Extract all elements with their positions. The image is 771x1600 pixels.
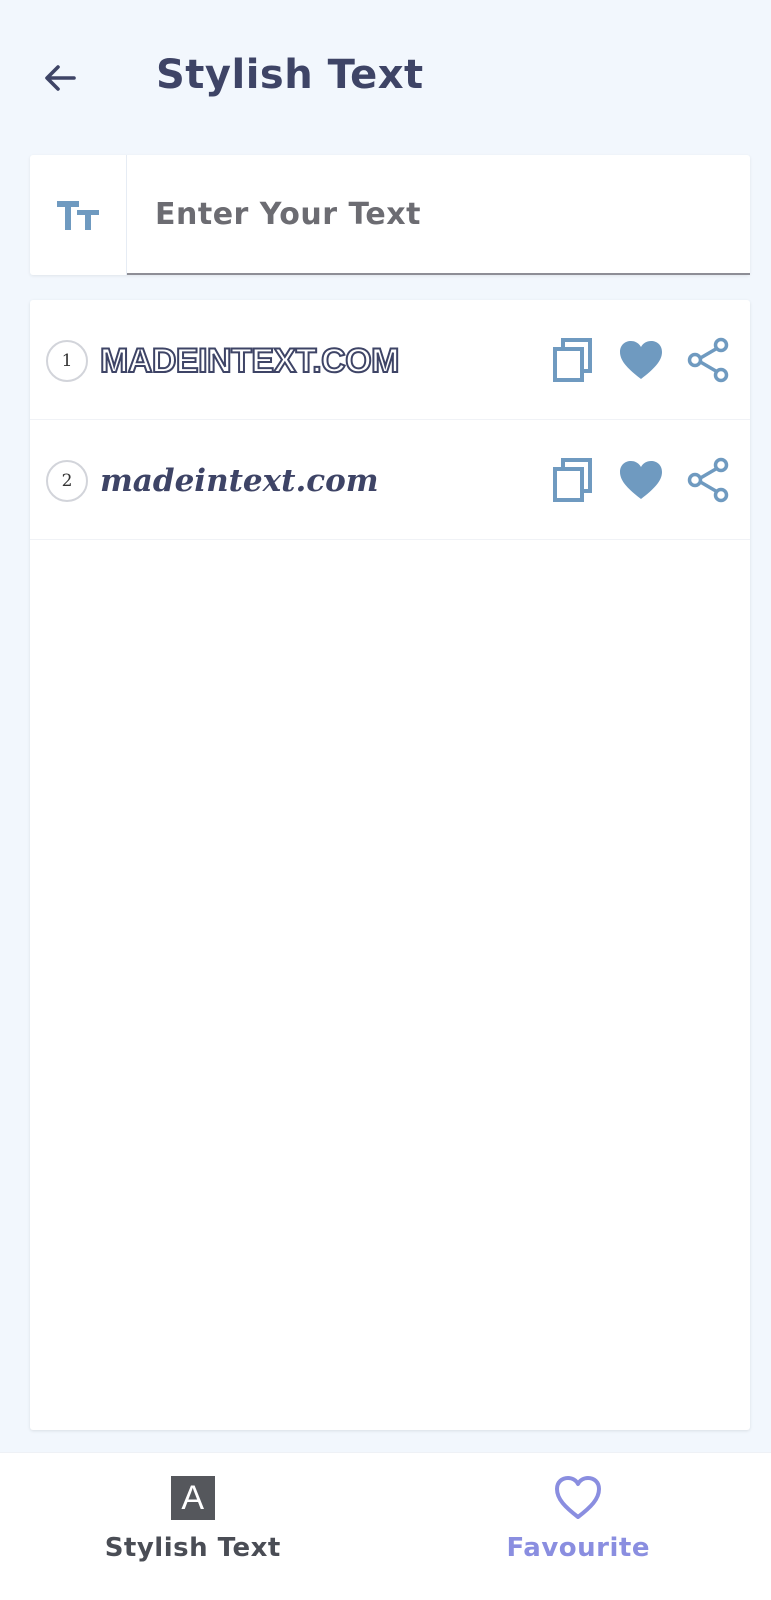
item-actions — [550, 454, 732, 506]
item-number: 1 — [46, 340, 88, 382]
page-title: Stylish Text — [156, 52, 424, 98]
copy-icon — [553, 338, 592, 382]
heart-icon — [620, 461, 662, 499]
nav-label: Favourite — [506, 1533, 650, 1563]
copy-button[interactable] — [550, 337, 596, 383]
list-item[interactable]: 1 MADEINTEXT.COM — [30, 300, 750, 420]
nav-favourite[interactable]: Favourite — [386, 1453, 771, 1600]
screen: Stylish Text 1 MADEINTEXT.COM — [0, 0, 771, 1600]
item-number: 2 — [46, 460, 88, 502]
share-icon — [687, 337, 729, 383]
arrow-left-icon — [45, 65, 76, 91]
nav-stylish-text[interactable]: A Stylish Text — [0, 1453, 386, 1600]
app-header: Stylish Text — [0, 0, 771, 150]
styled-text: madeintext.com — [100, 463, 379, 499]
styled-text: MADEINTEXT.COM — [99, 341, 401, 381]
bottom-navigation: A Stylish Text Favourite — [0, 1452, 771, 1600]
results-list: 1 MADEINTEXT.COM 2 madeintext.com — [30, 300, 750, 1430]
text-size-icon — [57, 201, 99, 230]
heart-icon — [620, 341, 662, 379]
back-button[interactable] — [36, 54, 84, 102]
list-item[interactable]: 2 madeintext.com — [30, 420, 750, 540]
heart-outline-icon-wrap — [553, 1473, 603, 1523]
share-button[interactable] — [686, 337, 732, 383]
favourite-button[interactable] — [618, 337, 664, 383]
text-size-icon-box — [30, 155, 127, 275]
nav-label: Stylish Text — [104, 1533, 281, 1563]
letter-a-icon: A — [168, 1473, 218, 1523]
heart-outline-icon — [555, 1476, 602, 1519]
item-actions — [550, 334, 732, 386]
share-icon — [687, 457, 729, 503]
favourite-button[interactable] — [618, 457, 664, 503]
copy-icon — [553, 458, 592, 502]
copy-button[interactable] — [550, 457, 596, 503]
share-button[interactable] — [686, 457, 732, 503]
text-input-card — [30, 155, 750, 275]
text-input[interactable] — [127, 155, 750, 275]
